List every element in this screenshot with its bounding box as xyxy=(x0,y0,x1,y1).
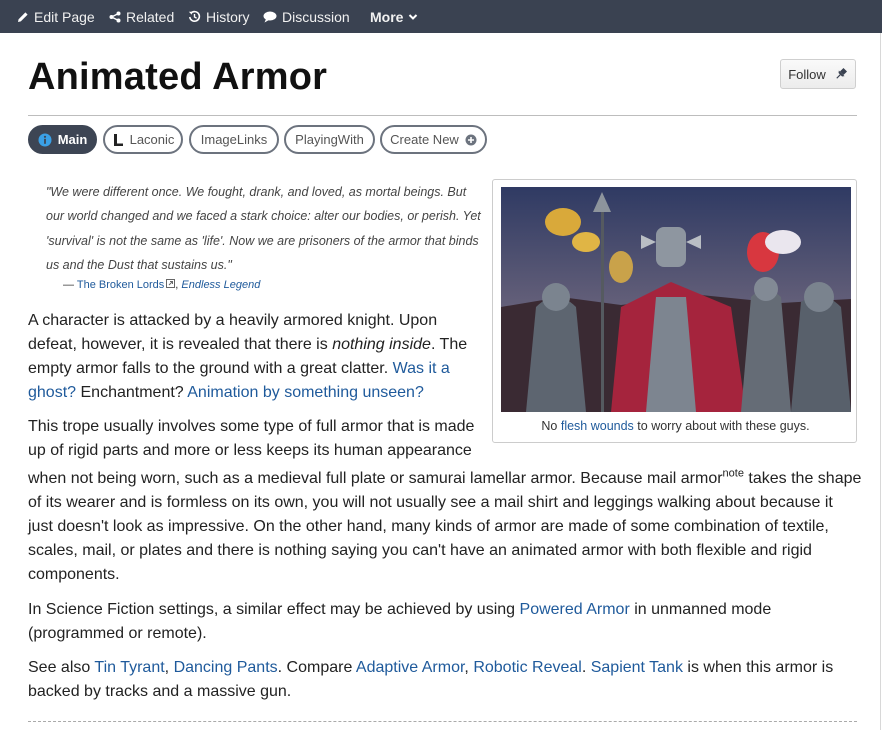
quote-attribution: — The Broken Lords, Endless Legend xyxy=(63,279,260,291)
edit-page-link[interactable]: Edit Page xyxy=(17,0,95,33)
paragraph-description-cont: when not being worn, such as a medieval … xyxy=(28,467,862,587)
external-link-icon xyxy=(166,279,176,288)
p4-sep-1: , xyxy=(164,659,170,676)
related-link[interactable]: Related xyxy=(109,0,174,33)
paragraph-see-also: See also Tin Tyrant, Dancing Pants. Comp… xyxy=(28,656,862,704)
tab-laconic-label: Laconic xyxy=(129,132,175,147)
tab-create-new[interactable]: Create New xyxy=(380,125,487,154)
tab-create-new-label: Create New xyxy=(390,132,459,147)
quote-block: "We were different once. We fought, dran… xyxy=(46,180,486,277)
dancing-pants-link[interactable]: Dancing Pants xyxy=(174,659,278,676)
paragraph-intro: A character is attacked by a heavily arm… xyxy=(28,309,480,405)
robotic-reveal-link[interactable]: Robotic Reveal xyxy=(473,659,582,676)
figure-caption: No flesh wounds to worry about with thes… xyxy=(493,419,858,433)
endless-legend-link[interactable]: Endless Legend xyxy=(181,279,260,291)
history-label: History xyxy=(206,8,250,25)
top-nav-bar: Edit Page Related History Discussion Mor… xyxy=(0,0,882,33)
p2-text-1: This trope usually involves some type of… xyxy=(28,418,475,459)
more-menu[interactable]: More xyxy=(370,0,418,33)
pencil-icon xyxy=(18,11,28,22)
p4-sep-2: , xyxy=(464,659,469,676)
tab-imagelinks[interactable]: ImageLinks xyxy=(189,125,279,154)
pin-icon xyxy=(836,67,847,79)
tab-playingwith-label: PlayingWith xyxy=(295,132,364,147)
history-icon xyxy=(188,10,201,23)
p2-text-2: when not being worn, such as a medieval … xyxy=(28,470,723,487)
share-icon xyxy=(109,11,121,22)
p1-emphasis: nothing inside xyxy=(332,336,431,353)
tab-laconic[interactable]: Laconic xyxy=(103,125,183,154)
adaptive-armor-link[interactable]: Adaptive Armor xyxy=(356,659,465,676)
section-divider xyxy=(28,721,857,722)
sapient-tank-link[interactable]: Sapient Tank xyxy=(591,659,683,676)
laconic-icon xyxy=(113,133,123,146)
tab-imagelinks-label: ImageLinks xyxy=(200,132,268,147)
speech-bubble-icon xyxy=(263,11,277,22)
attribution-separator: , xyxy=(175,279,179,291)
p4-text-2: . Compare xyxy=(277,659,353,676)
note-marker[interactable]: note xyxy=(723,468,744,480)
follow-label: Follow xyxy=(788,66,826,82)
paragraph-description-start: This trope usually involves some type of… xyxy=(28,415,478,463)
tab-main[interactable]: Main xyxy=(28,125,97,154)
flesh-wounds-link[interactable]: flesh wounds xyxy=(561,419,634,433)
p4-text-1: See also xyxy=(28,659,91,676)
armored-knights-image xyxy=(501,187,851,412)
page-title: Animated Armor xyxy=(28,56,328,98)
powered-armor-link[interactable]: Powered Armor xyxy=(520,601,630,618)
chevron-down-icon xyxy=(409,13,418,20)
more-label: More xyxy=(370,8,404,25)
p3-text-1: In Science Fiction settings, a similar e… xyxy=(28,601,516,618)
title-divider xyxy=(28,115,857,116)
broken-lords-link[interactable]: The Broken Lords xyxy=(77,279,164,291)
edit-page-label: Edit Page xyxy=(34,8,95,25)
follow-button[interactable]: Follow xyxy=(780,59,856,89)
related-label: Related xyxy=(126,8,175,25)
plus-circle-icon xyxy=(465,134,477,145)
p1-text-3: Enchantment? xyxy=(80,384,184,401)
p4-sep-3: . xyxy=(581,659,587,676)
discussion-label: Discussion xyxy=(282,8,350,25)
animation-by-something-unseen-link[interactable]: Animation by something unseen? xyxy=(187,384,424,401)
tab-main-label: Main xyxy=(57,132,88,147)
quote-dash: — xyxy=(63,279,74,291)
tab-playingwith[interactable]: PlayingWith xyxy=(284,125,375,154)
paragraph-science-fiction: In Science Fiction settings, a similar e… xyxy=(28,598,828,646)
info-icon xyxy=(38,133,52,146)
discussion-link[interactable]: Discussion xyxy=(263,0,350,33)
tin-tyrant-link[interactable]: Tin Tyrant xyxy=(94,659,164,676)
history-link[interactable]: History xyxy=(188,0,250,33)
caption-post: to worry about with these guys. xyxy=(637,419,810,433)
quote-text: "We were different once. We fought, dran… xyxy=(46,185,481,272)
page-image-figure: No flesh wounds to worry about with thes… xyxy=(492,179,857,443)
caption-pre: No xyxy=(541,419,558,433)
